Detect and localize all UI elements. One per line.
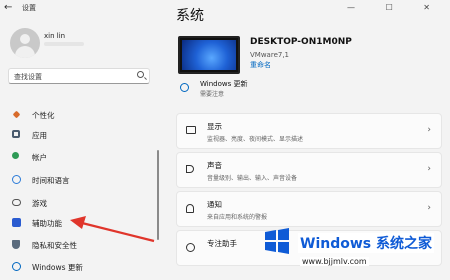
windows-logo-icon <box>265 228 289 254</box>
watermark-url: www.bjjmlv.com <box>300 257 369 266</box>
watermark-title: Windows 系统之家 <box>298 233 434 253</box>
